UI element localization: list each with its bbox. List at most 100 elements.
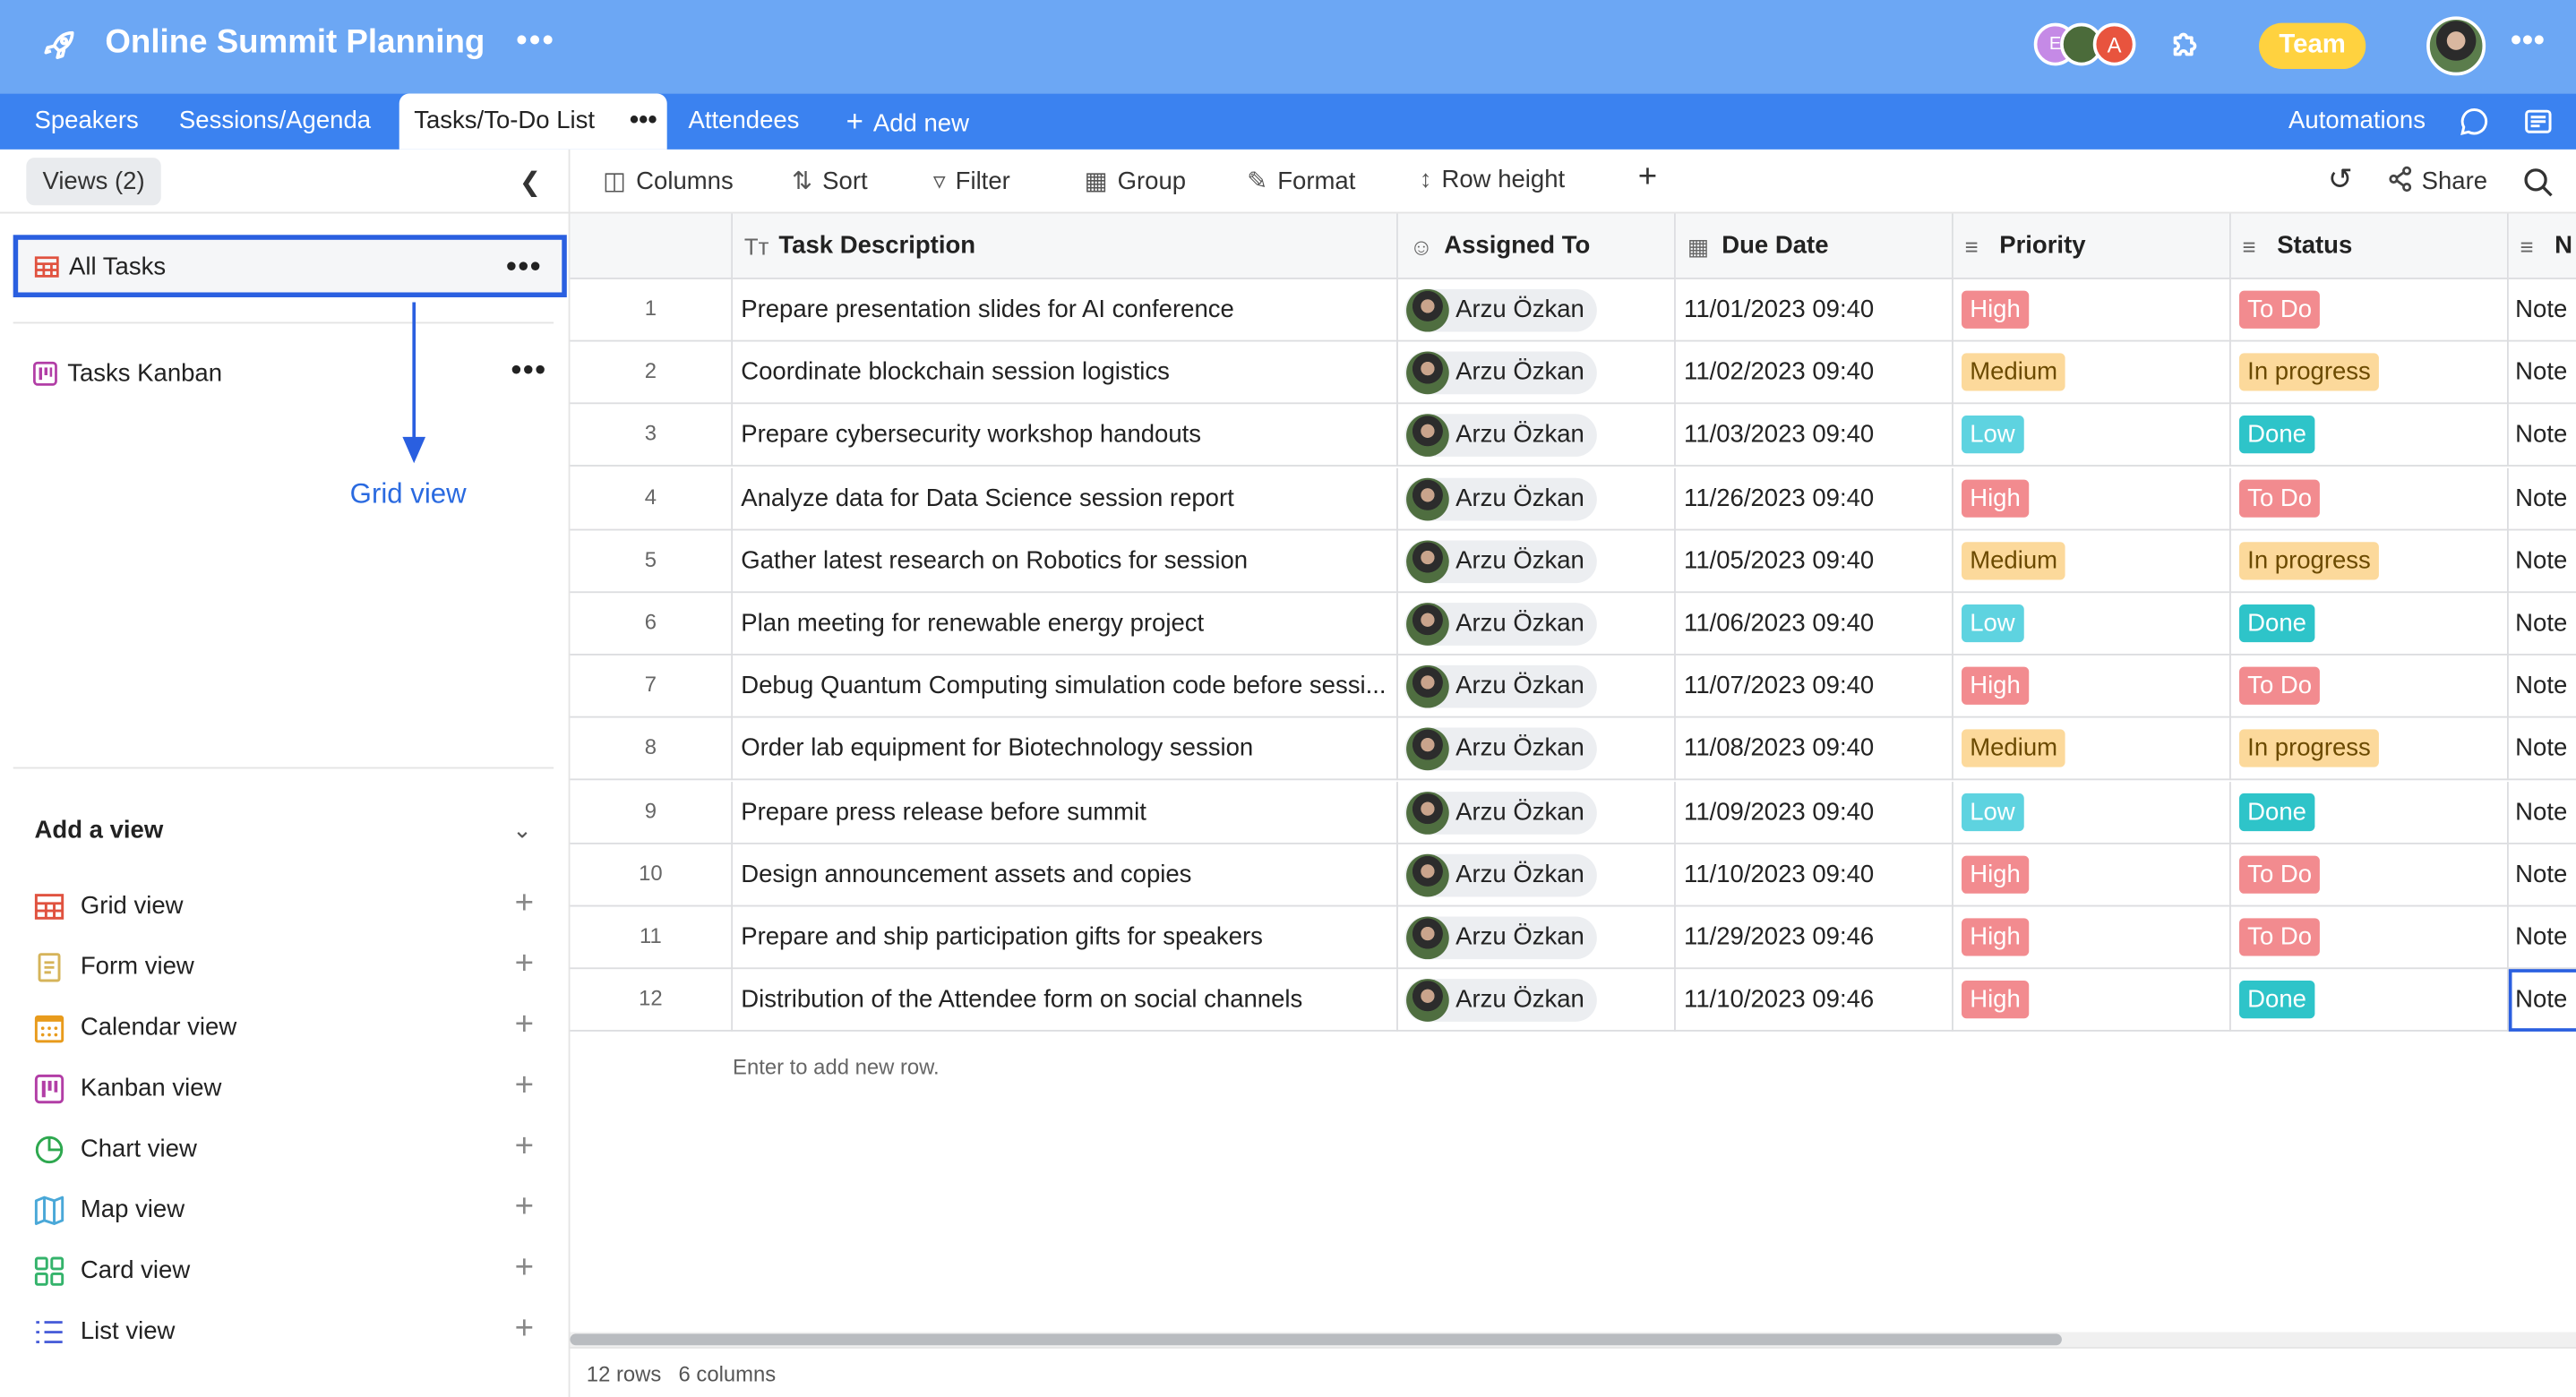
task-description-cell[interactable]: Plan meeting for renewable energy projec… xyxy=(733,593,1398,656)
notes-cell[interactable]: Note xyxy=(2509,405,2576,467)
header-assigned-to[interactable]: ☺ Assigned To xyxy=(1397,213,1676,279)
notes-cell[interactable]: Note xyxy=(2509,781,2576,844)
assignee-chip[interactable]: Arzu Özkan xyxy=(1404,477,1598,520)
assigned-to-cell[interactable]: Arzu Özkan xyxy=(1398,781,1676,844)
assignee-chip[interactable]: Arzu Özkan xyxy=(1404,603,1598,646)
team-button[interactable]: Team xyxy=(2259,22,2366,70)
due-date-cell[interactable]: 11/29/2023 09:46 xyxy=(1676,906,1953,970)
collapse-sidebar-icon[interactable]: ❮ xyxy=(519,166,542,199)
table-row[interactable]: 5 Gather latest research on Robotics for … xyxy=(570,530,2576,593)
header-task-description[interactable]: Tт Task Description xyxy=(733,213,1398,279)
status-cell[interactable]: To Do xyxy=(2231,844,2509,907)
assigned-to-cell[interactable]: Arzu Özkan xyxy=(1398,593,1676,656)
format-button[interactable]: ✎ Format xyxy=(1247,166,1355,195)
tab-tasks[interactable]: Tasks/To-Do List ••• xyxy=(399,93,667,150)
due-date-cell[interactable]: 11/08/2023 09:40 xyxy=(1676,718,1953,781)
plus-icon[interactable]: + xyxy=(515,1067,534,1105)
views-count[interactable]: Views (2) xyxy=(26,158,161,206)
task-description-cell[interactable]: Distribution of the Attendee form on soc… xyxy=(733,969,1398,1033)
task-description-cell[interactable]: Prepare presentation slides for AI confe… xyxy=(733,279,1398,342)
horizontal-scrollbar[interactable] xyxy=(570,1332,2576,1348)
add-list-view[interactable]: List view + xyxy=(35,1311,545,1352)
assignee-chip[interactable]: Arzu Özkan xyxy=(1404,414,1598,458)
tab-attendees[interactable]: Attendees xyxy=(689,94,800,150)
undo-icon[interactable]: ↺ xyxy=(2328,163,2353,198)
due-date-cell[interactable]: 11/10/2023 09:40 xyxy=(1676,844,1953,907)
priority-cell[interactable]: High xyxy=(1953,969,2231,1033)
share-button[interactable]: Share xyxy=(2387,166,2487,195)
priority-cell[interactable]: Medium xyxy=(1953,341,2231,405)
task-description-cell[interactable]: Gather latest research on Robotics for s… xyxy=(733,530,1398,593)
row-number-cell[interactable]: 8 xyxy=(570,718,734,781)
plus-icon[interactable]: + xyxy=(515,1250,534,1288)
table-row[interactable]: 11 Prepare and ship participation gifts f… xyxy=(570,906,2576,970)
search-icon[interactable] xyxy=(2523,167,2553,197)
add-card-view[interactable]: Card view + xyxy=(34,1250,545,1291)
row-number-cell[interactable]: 7 xyxy=(570,656,734,718)
notes-cell[interactable]: Note xyxy=(2509,279,2576,342)
task-description-cell[interactable]: Prepare cybersecurity workshop handouts xyxy=(733,404,1398,467)
row-height-button[interactable]: ↕ Row height xyxy=(1420,166,1565,193)
task-description-cell[interactable]: Debug Quantum Computing simulation code … xyxy=(733,656,1398,718)
status-cell[interactable]: To Do xyxy=(2231,467,2509,530)
table-row[interactable]: 4 Analyze data for Data Science session r… xyxy=(570,467,2576,530)
header-notes[interactable]: ≡ N xyxy=(2508,213,2576,279)
notes-cell[interactable]: Note xyxy=(2509,530,2576,593)
notes-cell[interactable]: Note xyxy=(2509,906,2576,969)
due-date-cell[interactable]: 11/02/2023 09:40 xyxy=(1676,341,1953,405)
priority-cell[interactable]: Medium xyxy=(1953,530,2231,593)
due-date-cell[interactable]: 11/03/2023 09:40 xyxy=(1676,404,1953,467)
status-cell[interactable]: In progress xyxy=(2231,718,2509,781)
extensions-icon[interactable] xyxy=(2167,25,2206,64)
assignee-chip[interactable]: Arzu Özkan xyxy=(1404,979,1598,1023)
sort-button[interactable]: ⇅ Sort xyxy=(792,166,868,195)
row-number-cell[interactable]: 11 xyxy=(570,906,734,970)
row-number-cell[interactable]: 1 xyxy=(570,279,734,342)
header-due-date[interactable]: ▦ Due Date xyxy=(1675,213,1953,279)
task-description-cell[interactable]: Analyze data for Data Science session re… xyxy=(733,467,1398,530)
row-number-cell[interactable]: 4 xyxy=(570,467,734,530)
add-new-tab-button[interactable]: + Add new xyxy=(846,94,969,150)
notes-cell[interactable]: Note xyxy=(2509,342,2576,405)
status-cell[interactable]: To Do xyxy=(2231,906,2509,970)
add-chart-view[interactable]: Chart view + xyxy=(35,1128,545,1170)
table-row[interactable]: 8 Order lab equipment for Biotechnology s… xyxy=(570,718,2576,781)
assigned-to-cell[interactable]: Arzu Özkan xyxy=(1398,718,1676,781)
assigned-to-cell[interactable]: Arzu Özkan xyxy=(1398,341,1676,405)
plus-icon[interactable]: + xyxy=(515,1189,534,1227)
task-description-cell[interactable]: Order lab equipment for Biotechnology se… xyxy=(733,718,1398,781)
user-avatar[interactable] xyxy=(2426,16,2486,76)
status-cell[interactable]: Done xyxy=(2231,593,2509,656)
add-toolbar-item-icon[interactable]: + xyxy=(1638,159,1657,197)
add-map-view[interactable]: Map view + xyxy=(34,1189,545,1230)
priority-cell[interactable]: Low xyxy=(1953,593,2231,656)
tab-sessions-agenda[interactable]: Sessions/Agenda xyxy=(179,94,371,150)
row-number-cell[interactable]: 12 xyxy=(570,969,734,1033)
columns-button[interactable]: ◫ Columns xyxy=(603,166,734,195)
row-number-cell[interactable]: 9 xyxy=(570,781,734,844)
assigned-to-cell[interactable]: Arzu Özkan xyxy=(1398,467,1676,530)
status-cell[interactable]: To Do xyxy=(2231,656,2509,718)
priority-cell[interactable]: Medium xyxy=(1953,718,2231,781)
priority-cell[interactable]: High xyxy=(1953,467,2231,530)
group-button[interactable]: ▦ Group xyxy=(1085,166,1187,195)
assignee-chip[interactable]: Arzu Özkan xyxy=(1404,791,1598,835)
app-title[interactable]: Online Summit Planning xyxy=(105,25,485,63)
row-number-cell[interactable]: 10 xyxy=(570,844,734,907)
status-cell[interactable]: In progress xyxy=(2231,530,2509,593)
status-cell[interactable]: Done xyxy=(2231,404,2509,467)
notes-cell[interactable]: Note xyxy=(2509,844,2576,906)
view-more-icon[interactable]: ••• xyxy=(511,353,547,388)
assignee-chip[interactable]: Arzu Özkan xyxy=(1404,540,1598,583)
view-more-icon[interactable]: ••• xyxy=(506,250,542,285)
assignee-chip[interactable]: Arzu Özkan xyxy=(1404,853,1598,897)
row-number-cell[interactable]: 6 xyxy=(570,593,734,656)
comments-icon[interactable] xyxy=(2460,107,2489,136)
details-icon[interactable] xyxy=(2523,107,2553,136)
plus-icon[interactable]: + xyxy=(515,946,534,983)
row-number-cell[interactable]: 5 xyxy=(570,530,734,593)
table-row[interactable]: 3 Prepare cybersecurity workshop handouts… xyxy=(570,404,2576,467)
table-row[interactable]: 7 Debug Quantum Computing simulation code… xyxy=(570,656,2576,718)
tab-speakers[interactable]: Speakers xyxy=(35,94,139,150)
view-tasks-kanban[interactable]: Tasks Kanban ••• xyxy=(13,343,567,406)
